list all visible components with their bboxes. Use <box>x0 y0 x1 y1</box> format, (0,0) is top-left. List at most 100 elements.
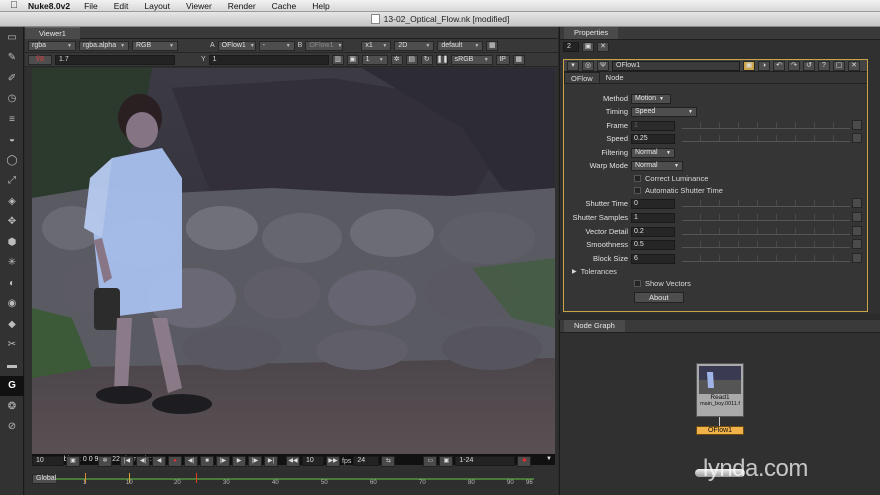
warp-mode-dropdown[interactable]: Normal ▼ <box>631 160 683 171</box>
about-button[interactable]: About <box>634 292 684 303</box>
speed-slider[interactable] <box>682 135 850 142</box>
tab-properties[interactable]: Properties <box>564 27 619 39</box>
speed-animation-icon[interactable] <box>852 133 862 143</box>
time-tool-icon[interactable]: ◷ <box>0 89 24 110</box>
prev-frame-icon[interactable]: ◀| <box>184 455 198 467</box>
playback-range-icon[interactable]: ⇆ <box>381 455 396 467</box>
deep-tool-icon[interactable]: ◐ <box>0 273 24 294</box>
revert-icon[interactable]: ↺ <box>803 60 815 71</box>
menu-layout[interactable]: Layout <box>136 1 178 11</box>
tab-viewer1[interactable]: Viewer1 <box>25 26 80 39</box>
app-menu[interactable]: Nuke8.0v2 <box>28 1 76 11</box>
transform-tool-icon[interactable]: ✥ <box>0 212 24 233</box>
vector-detail-field[interactable]: 0.2 <box>631 226 675 237</box>
roi-icon[interactable]: ✲ <box>390 54 403 65</box>
lock-icon[interactable]: ▣ <box>66 455 80 467</box>
filtering-dropdown[interactable]: Normal ▼ <box>631 147 675 158</box>
increment-field[interactable]: 10 <box>302 456 324 466</box>
3d-tool-icon[interactable]: ⬢ <box>0 232 24 253</box>
views-tool-icon[interactable]: ◉ <box>0 294 24 315</box>
smoothness-field[interactable]: 0.5 <box>631 239 675 250</box>
lock-icon[interactable]: ▣ <box>582 42 594 52</box>
shutter-samples-slider[interactable] <box>682 214 850 221</box>
show-vectors-checkbox[interactable] <box>634 280 641 287</box>
color-icon[interactable]: ▣ <box>743 60 755 71</box>
next-keyframe-icon[interactable]: |▶ <box>248 455 262 467</box>
clear-panels-icon[interactable]: ✕ <box>597 42 609 52</box>
vector-detail-animation-icon[interactable] <box>852 226 862 236</box>
frame-animation-icon[interactable] <box>852 120 862 130</box>
chevron-down-icon[interactable]: ▼ <box>546 454 552 465</box>
menu-viewer[interactable]: Viewer <box>178 1 220 11</box>
alpha-channel-dropdown[interactable]: rgba.alpha ▼ <box>79 40 129 51</box>
viewer-image[interactable] <box>32 68 555 454</box>
shutter-samples-field[interactable]: 1 <box>631 212 675 223</box>
menu-render[interactable]: Render <box>220 1 264 11</box>
viewer-tool-icon[interactable]: ▭ <box>0 27 24 48</box>
keyer-tool-icon[interactable]: ⤢ <box>0 171 24 192</box>
block-size-field[interactable]: 6 <box>631 253 675 264</box>
nuke-logo-icon[interactable]: ⊘ <box>0 417 24 438</box>
apple-icon[interactable]:  <box>0 0 28 11</box>
float-icon[interactable]: ◎ <box>582 60 594 71</box>
image-tool-icon[interactable]: ✎ <box>0 48 24 69</box>
frame-field[interactable]: 1 <box>631 120 675 131</box>
fstop-button[interactable]: f/8 <box>28 54 52 65</box>
speed-field[interactable]: 0.25 <box>631 133 675 144</box>
vector-detail-slider[interactable] <box>682 228 850 235</box>
clip-warning-icon[interactable]: ▥ <box>331 54 344 65</box>
auto-shutter-checkbox[interactable] <box>634 187 641 194</box>
gamma-field[interactable]: 1 <box>208 54 329 65</box>
first-frame-icon[interactable]: |◀ <box>120 455 134 467</box>
next-frame-icon[interactable]: |▶ <box>216 455 230 467</box>
pause-icon[interactable]: ❚❚ <box>435 54 448 65</box>
method-dropdown[interactable]: Motion ▼ <box>631 93 671 104</box>
gain-field[interactable]: 1.7 <box>55 54 175 65</box>
cache-indicator-icon[interactable]: ✱ <box>517 455 532 467</box>
play-forward-icon[interactable]: ▶ <box>232 455 246 467</box>
b-input-dropdown[interactable]: OFlow1 ▼ <box>305 40 344 51</box>
node-name-field[interactable]: OFlow1 <box>612 60 740 71</box>
playback-mode-icon[interactable]: ✲ <box>98 455 112 467</box>
collapse-icon[interactable]: ▾ <box>567 60 579 71</box>
skip-forward-icon[interactable]: ▶▶ <box>326 455 340 467</box>
tab-node[interactable]: Node <box>600 72 630 83</box>
colorspace-dropdown[interactable]: sRGB ▼ <box>450 54 493 65</box>
frame-range-field[interactable]: 1-24 <box>455 456 516 466</box>
toolsets-tool-icon[interactable]: ✂ <box>0 335 24 356</box>
maximize-icon[interactable]: ▢ <box>833 60 845 71</box>
record-icon[interactable]: ● <box>168 455 182 467</box>
metadata-tool-icon[interactable]: ◆ <box>0 314 24 335</box>
stop-icon[interactable]: ■ <box>200 455 214 467</box>
prev-keyframe-icon[interactable]: ◀| <box>136 455 150 467</box>
smoothness-slider[interactable] <box>682 241 850 248</box>
play-backward-icon[interactable]: ◀ <box>152 455 166 467</box>
refresh-icon[interactable]: ↻ <box>420 54 433 65</box>
ip-button[interactable]: IP <box>495 54 510 65</box>
menu-file[interactable]: File <box>76 1 106 11</box>
furnace-tool-icon[interactable]: G <box>0 375 24 396</box>
tolerances-label[interactable]: Tolerances <box>581 267 617 276</box>
range-lock-icon[interactable]: ▣ <box>439 455 454 467</box>
smoothness-animation-icon[interactable] <box>852 239 862 249</box>
menu-help[interactable]: Help <box>304 1 337 11</box>
tab-node-graph[interactable]: Node Graph <box>564 320 625 332</box>
menu-edit[interactable]: Edit <box>106 1 137 11</box>
undo-icon[interactable]: ↶ <box>773 60 785 71</box>
color-tool-icon[interactable]: ◒ <box>0 130 24 151</box>
proxy-icon[interactable]: ▤ <box>405 54 418 65</box>
wipe-op-dropdown[interactable]: - ▼ <box>258 40 295 51</box>
block-size-slider[interactable] <box>682 255 850 262</box>
fps-field[interactable]: 24 <box>353 456 380 466</box>
oflow-node[interactable]: OFlow1 <box>696 426 744 435</box>
draw-tool-icon[interactable]: ✐ <box>0 68 24 89</box>
merge-tool-icon[interactable]: ◈ <box>0 191 24 212</box>
out-point-marker[interactable] <box>196 473 197 483</box>
redo-icon[interactable]: ↷ <box>788 60 800 71</box>
max-panels-field[interactable]: 2 <box>563 42 579 52</box>
skip-back-icon[interactable]: ◀◀ <box>286 455 300 467</box>
in-out-icon[interactable]: ▭ <box>423 455 438 467</box>
lut-dropdown[interactable]: default ▼ <box>437 40 484 51</box>
viewer-settings-icon[interactable]: ▦ <box>486 40 499 51</box>
other-tool-icon[interactable]: ▬ <box>0 355 24 376</box>
